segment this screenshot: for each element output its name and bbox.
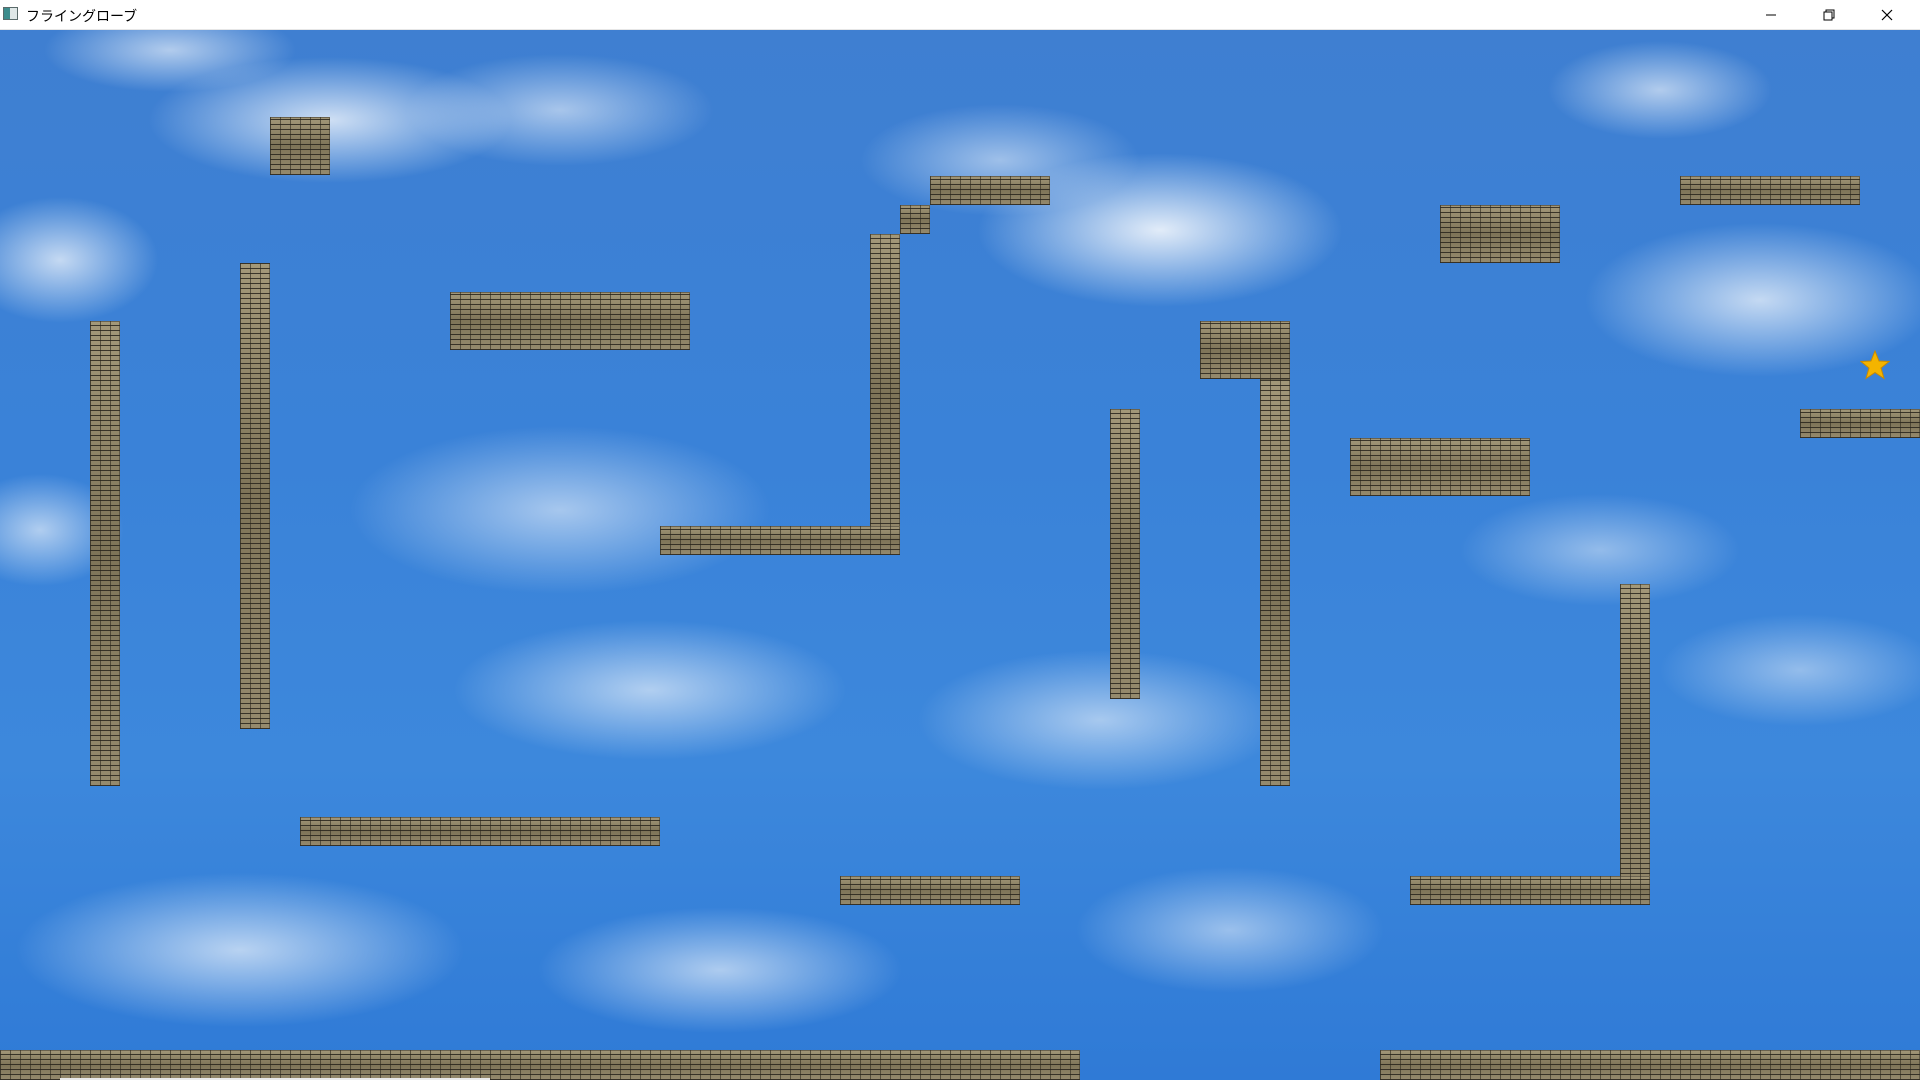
brick-platform (270, 117, 330, 175)
app-window-icon (3, 7, 18, 20)
brick-platform (450, 292, 690, 350)
minimize-icon (1766, 14, 1776, 15)
brick-platform (300, 817, 660, 846)
ground-platform (1380, 1050, 1920, 1080)
brick-platform (1410, 876, 1650, 905)
window-titlebar: フライングローブ (0, 0, 1920, 30)
brick-step (900, 205, 930, 234)
brick-wall (1260, 379, 1290, 786)
brick-platform (1800, 409, 1920, 438)
brick-wall (1620, 584, 1650, 904)
window-title: フライングローブ (26, 9, 138, 25)
brick-platform (1350, 438, 1530, 496)
restore-button[interactable] (1800, 0, 1858, 29)
brick-wall (240, 263, 270, 729)
minimize-button[interactable] (1742, 0, 1800, 29)
brick-platform (1200, 321, 1290, 379)
brick-wall (1110, 409, 1140, 699)
brick-platform (660, 526, 900, 555)
ground-platform (0, 1050, 1080, 1080)
close-icon (1881, 9, 1893, 20)
close-button[interactable] (1858, 0, 1916, 29)
brick-wall (870, 234, 900, 554)
brick-wall (90, 321, 120, 786)
brick-platform (840, 876, 1020, 905)
brick-platform (1440, 205, 1560, 263)
game-canvas[interactable] (0, 30, 1920, 1080)
restore-icon (1823, 9, 1835, 20)
star-icon[interactable] (1860, 350, 1890, 380)
brick-platform (1680, 176, 1860, 205)
brick-platform (930, 176, 1050, 205)
